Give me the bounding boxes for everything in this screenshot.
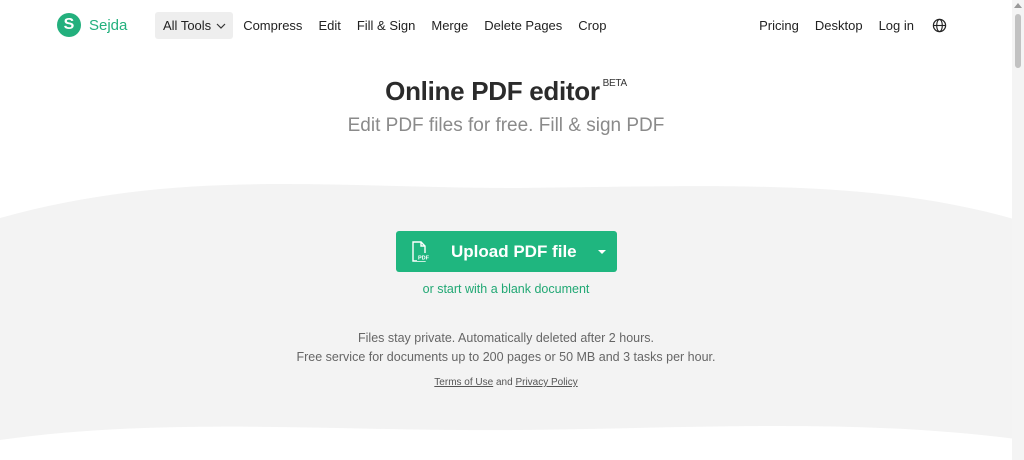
scrollbar[interactable]: [1012, 0, 1024, 460]
legal-and: and: [495, 377, 513, 388]
nav-link-pricing[interactable]: Pricing: [751, 12, 807, 39]
nav-link-fill-sign[interactable]: Fill & Sign: [349, 12, 424, 39]
nav-links: All Tools Compress Edit Fill & Sign Merg…: [155, 12, 614, 39]
globe-icon[interactable]: [932, 18, 947, 33]
legal-links: Terms of Use and Privacy Policy: [0, 377, 1012, 388]
upload-options-caret-icon[interactable]: [598, 250, 606, 254]
beta-badge: BETA: [602, 78, 627, 90]
page-title-text: Online PDF editor: [385, 76, 600, 106]
all-tools-label: All Tools: [163, 18, 212, 33]
blank-document-link[interactable]: or start with a blank document: [0, 282, 1012, 296]
hero: Online PDF editor BETA Edit PDF files for…: [0, 76, 1012, 137]
svg-text:PDF: PDF: [418, 256, 430, 262]
privacy-policy-link[interactable]: Privacy Policy: [515, 377, 577, 388]
page-subtitle: Edit PDF files for free. Fill & sign PDF: [347, 115, 665, 136]
limits-note: Free service for documents up to 200 pag…: [296, 350, 716, 364]
nav-link-merge[interactable]: Merge: [423, 12, 476, 39]
scroll-up-arrow[interactable]: [1014, 3, 1022, 8]
top-nav: S Sejda All Tools Compress Edit Fill & S…: [0, 0, 1024, 50]
all-tools-dropdown[interactable]: All Tools: [155, 12, 234, 39]
logo-mark: S: [57, 13, 81, 37]
privacy-note: Files stay private. Automatically delete…: [358, 331, 654, 345]
nav-right: Pricing Desktop Log in: [751, 12, 947, 39]
nav-link-edit[interactable]: Edit: [310, 12, 348, 39]
page-title: Online PDF editor BETA: [0, 76, 1012, 107]
nav-link-login[interactable]: Log in: [871, 12, 922, 39]
terms-of-use-link[interactable]: Terms of Use: [434, 377, 493, 388]
chevron-down-icon: [216, 23, 226, 29]
background-wave: [0, 184, 1024, 440]
nav-link-desktop[interactable]: Desktop: [807, 12, 871, 39]
nav-link-delete-pages[interactable]: Delete Pages: [476, 12, 570, 39]
upload-button-label: Upload PDF file: [451, 242, 577, 261]
logo-text: Sejda: [89, 16, 128, 34]
logo[interactable]: S Sejda: [57, 13, 127, 37]
nav-link-crop[interactable]: Crop: [570, 12, 614, 39]
pdf-file-icon: PDF: [412, 241, 430, 262]
scroll-thumb[interactable]: [1015, 14, 1021, 68]
nav-link-compress[interactable]: Compress: [235, 12, 310, 39]
upload-pdf-button[interactable]: PDF Upload PDF file: [396, 231, 617, 272]
